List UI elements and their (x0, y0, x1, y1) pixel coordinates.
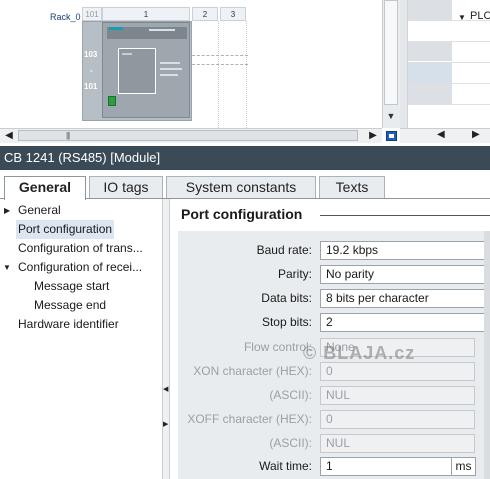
io-marking (160, 74, 178, 76)
address-label: - (90, 66, 93, 75)
table-cell[interactable] (408, 84, 452, 104)
expand-triangle-icon[interactable]: ▼ (458, 13, 466, 22)
scroll-left-arrow-icon[interactable]: ◀ (2, 129, 16, 142)
baud-rate-select[interactable]: 19.2 kbps (320, 241, 490, 260)
xoff-ascii-label: (ASCII): (269, 436, 312, 450)
table-cell[interactable] (408, 41, 452, 61)
tab-system-constants[interactable]: System constants (166, 176, 316, 199)
brand-mark (109, 27, 123, 30)
tree-item-label: Port configuration (16, 220, 115, 239)
parity-label: Parity: (277, 267, 312, 281)
xoff-hex-label: XOFF character (HEX): (187, 412, 312, 426)
tab-texts[interactable]: Texts (319, 176, 385, 199)
address-label: 103 (84, 50, 98, 59)
xon-hex-label: XON character (HEX): (193, 364, 312, 378)
table-cell[interactable] (408, 0, 452, 20)
tree-item-label: Message end (34, 298, 107, 312)
scroll-right-arrow-icon[interactable]: ▶ (472, 129, 480, 140)
slot-header-3: 3 (220, 7, 246, 21)
slot-header-1: 1 (102, 7, 190, 21)
xoff-ascii-field: NUL (320, 434, 475, 453)
scroll-down-arrow-icon[interactable]: ▼ (384, 108, 398, 124)
rack-label: Rack_0 (50, 12, 81, 22)
stop-bits-select[interactable]: 2 (320, 313, 490, 332)
rack-slot-divider (246, 21, 247, 128)
address-label: 101 (84, 82, 98, 91)
scroll-right-arrow-icon[interactable]: ▶ (366, 129, 380, 142)
table-row-divider (408, 62, 490, 63)
parity-select[interactable]: No parity (320, 265, 490, 284)
table-row-divider (408, 104, 490, 105)
inspector-title: CB 1241 (RS485) [Module] (0, 146, 490, 170)
expand-arrow-icon[interactable]: ▶ (4, 201, 10, 220)
tree-item-label: Hardware identifier (18, 317, 119, 331)
properties-vertical-scrollbar[interactable] (484, 231, 490, 479)
table-row-header (400, 0, 408, 128)
xoff-hex-field: 0 (320, 410, 475, 429)
status-led (108, 96, 116, 106)
inspector-tabs: General IO tags System constants Texts (0, 170, 490, 200)
flow-control-label: Flow control: (243, 340, 312, 354)
tree-item-label: Message start (34, 279, 110, 293)
cb-marking (122, 53, 132, 55)
wait-time-field[interactable]: 1 (320, 457, 452, 476)
scrollbar-grip-icon: ||| (66, 131, 70, 140)
scrollbar-thumb[interactable] (384, 0, 398, 105)
xon-ascii-label: (ASCII): (269, 388, 312, 402)
tree-item-label: Configuration of trans... (18, 241, 143, 255)
data-bits-label: Data bits: (261, 291, 312, 305)
stop-bits-label: Stop bits: (261, 315, 312, 329)
tree-item-label: Configuration of recei... (18, 260, 143, 274)
plc-label: PLC (470, 10, 490, 22)
wait-time-label: Wait time: (259, 459, 312, 473)
table-row-divider (408, 83, 490, 84)
overview-navigation-icon[interactable] (383, 128, 400, 143)
table-row-divider (408, 41, 490, 42)
scroll-left-arrow-icon[interactable]: ◀ (437, 129, 445, 140)
baud-rate-label: Baud rate: (256, 243, 312, 257)
tree-item-label: General (18, 203, 61, 217)
cpu-name-plate (149, 29, 175, 31)
slot-header-101: 101 (82, 7, 102, 21)
io-marking (160, 62, 180, 64)
table-cell-selected[interactable] (408, 63, 452, 83)
io-marking (160, 68, 182, 70)
xon-ascii-field: NUL (320, 386, 475, 405)
xon-hex-field: 0 (320, 362, 475, 381)
data-bits-select[interactable]: 8 bits per character (320, 289, 490, 308)
tab-io-tags[interactable]: IO tags (89, 176, 163, 199)
section-title: Port configuration (181, 206, 303, 222)
rack-slot-divider (218, 21, 219, 128)
collapse-arrow-icon[interactable]: ▼ (3, 258, 11, 277)
tab-general[interactable]: General (4, 176, 86, 200)
slot-row-guide (192, 55, 248, 65)
section-divider (320, 215, 490, 216)
watermark: © BLAJA.cz (303, 343, 416, 363)
slot-header-2: 2 (192, 7, 218, 21)
wait-time-unit: ms (452, 457, 476, 476)
communication-board[interactable] (118, 48, 156, 94)
device-view[interactable]: Rack_0 101 1 2 3 103 - 101 (0, 0, 382, 128)
